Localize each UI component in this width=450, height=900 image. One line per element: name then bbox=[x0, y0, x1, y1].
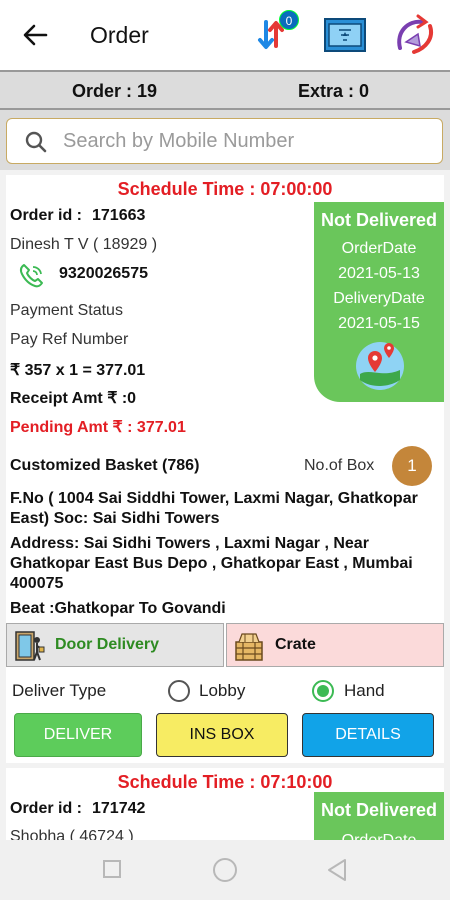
customer-name: Dinesh T V ( 18929 ) bbox=[10, 236, 158, 253]
crate-icon bbox=[235, 633, 263, 661]
schedule-time: Schedule Time : 07:00:00 bbox=[117, 179, 333, 199]
tab-door-delivery-label: Door Delivery bbox=[55, 636, 160, 653]
status-badge: Not Delivered bbox=[320, 210, 438, 230]
order-id-label: Order id : bbox=[10, 800, 83, 817]
radio-hand-label[interactable]: Hand bbox=[344, 681, 385, 701]
sort-badge: 0 bbox=[279, 10, 299, 30]
phone-number[interactable]: 9320026575 bbox=[59, 265, 148, 283]
beat: Beat :Ghatkopar To Govandi bbox=[10, 600, 226, 617]
delivery-status-panel: Not Delivered OrderDate 2021-05-13 Deliv… bbox=[314, 202, 444, 402]
system-nav-bar bbox=[0, 840, 450, 900]
search-icon bbox=[25, 131, 47, 153]
tab-door-delivery[interactable]: Door Delivery bbox=[6, 623, 224, 667]
radio-lobby[interactable] bbox=[168, 680, 190, 702]
door-delivery-icon bbox=[15, 631, 45, 661]
pay-ref-number: Pay Ref Number bbox=[10, 331, 129, 348]
home-icon[interactable] bbox=[213, 858, 237, 882]
back-arrow-icon[interactable] bbox=[22, 22, 48, 48]
details-button[interactable]: DETAILS bbox=[302, 713, 434, 757]
map-location-icon[interactable] bbox=[352, 338, 408, 390]
search-area bbox=[0, 110, 450, 170]
delivery-date: 2021-05-15 bbox=[338, 315, 420, 332]
search-input[interactable] bbox=[63, 127, 423, 155]
no-of-box-count: 1 bbox=[392, 446, 432, 486]
phone-call-icon[interactable] bbox=[16, 261, 46, 291]
tab-crate[interactable]: Crate bbox=[226, 623, 444, 667]
extra-count: Extra : 0 bbox=[298, 81, 370, 101]
order-id-label: Order id : bbox=[10, 207, 83, 224]
deliver-type-label: Deliver Type bbox=[12, 681, 107, 700]
order-date: 2021-05-13 bbox=[338, 265, 420, 282]
order-id: 171663 bbox=[92, 207, 146, 224]
schedule-time: Schedule Time : 07:10:00 bbox=[117, 772, 333, 792]
recents-icon[interactable] bbox=[103, 860, 121, 878]
page-title: Order bbox=[90, 22, 149, 48]
app-bar: Order 0 bbox=[0, 0, 450, 70]
order-date-label: OrderDate bbox=[341, 240, 417, 257]
no-of-box-label: No.of Box bbox=[304, 457, 375, 474]
receipt-amount: Receipt Amt ₹ :0 bbox=[10, 390, 137, 407]
radio-hand[interactable] bbox=[312, 680, 334, 702]
tab-crate-label: Crate bbox=[275, 636, 316, 653]
order-card[interactable]: Schedule Time : 07:00:00 Order id : 1716… bbox=[6, 175, 444, 763]
flat-details: F.No ( 1004 Sai Siddhi Tower, Laxmi Naga… bbox=[10, 490, 418, 527]
pending-amount: Pending Amt ₹ : 377.01 bbox=[10, 419, 186, 436]
order-id: 171742 bbox=[92, 800, 146, 817]
delivery-date-label: DeliveryDate bbox=[333, 290, 425, 307]
app-logo-icon[interactable] bbox=[392, 12, 438, 58]
box-scan-icon[interactable] bbox=[324, 18, 366, 52]
search-box[interactable] bbox=[6, 118, 443, 164]
ins-box-button[interactable]: INS BOX bbox=[156, 713, 288, 757]
order-count: Order : 19 bbox=[72, 81, 158, 101]
deliver-button[interactable]: DELIVER bbox=[14, 713, 142, 757]
back-nav-icon[interactable] bbox=[326, 858, 348, 882]
payment-status: Payment Status bbox=[10, 302, 123, 319]
basket-name: Customized Basket (786) bbox=[10, 457, 200, 474]
status-badge: Not Delivered bbox=[320, 800, 438, 820]
radio-lobby-label[interactable]: Lobby bbox=[199, 681, 245, 701]
amount-line: ₹ 357 x 1 = 377.01 bbox=[10, 362, 146, 379]
address: Address: Sai Sidhi Towers , Laxmi Nagar … bbox=[10, 535, 413, 592]
order-summary-bar: Order : 19 Extra : 0 bbox=[0, 70, 450, 110]
